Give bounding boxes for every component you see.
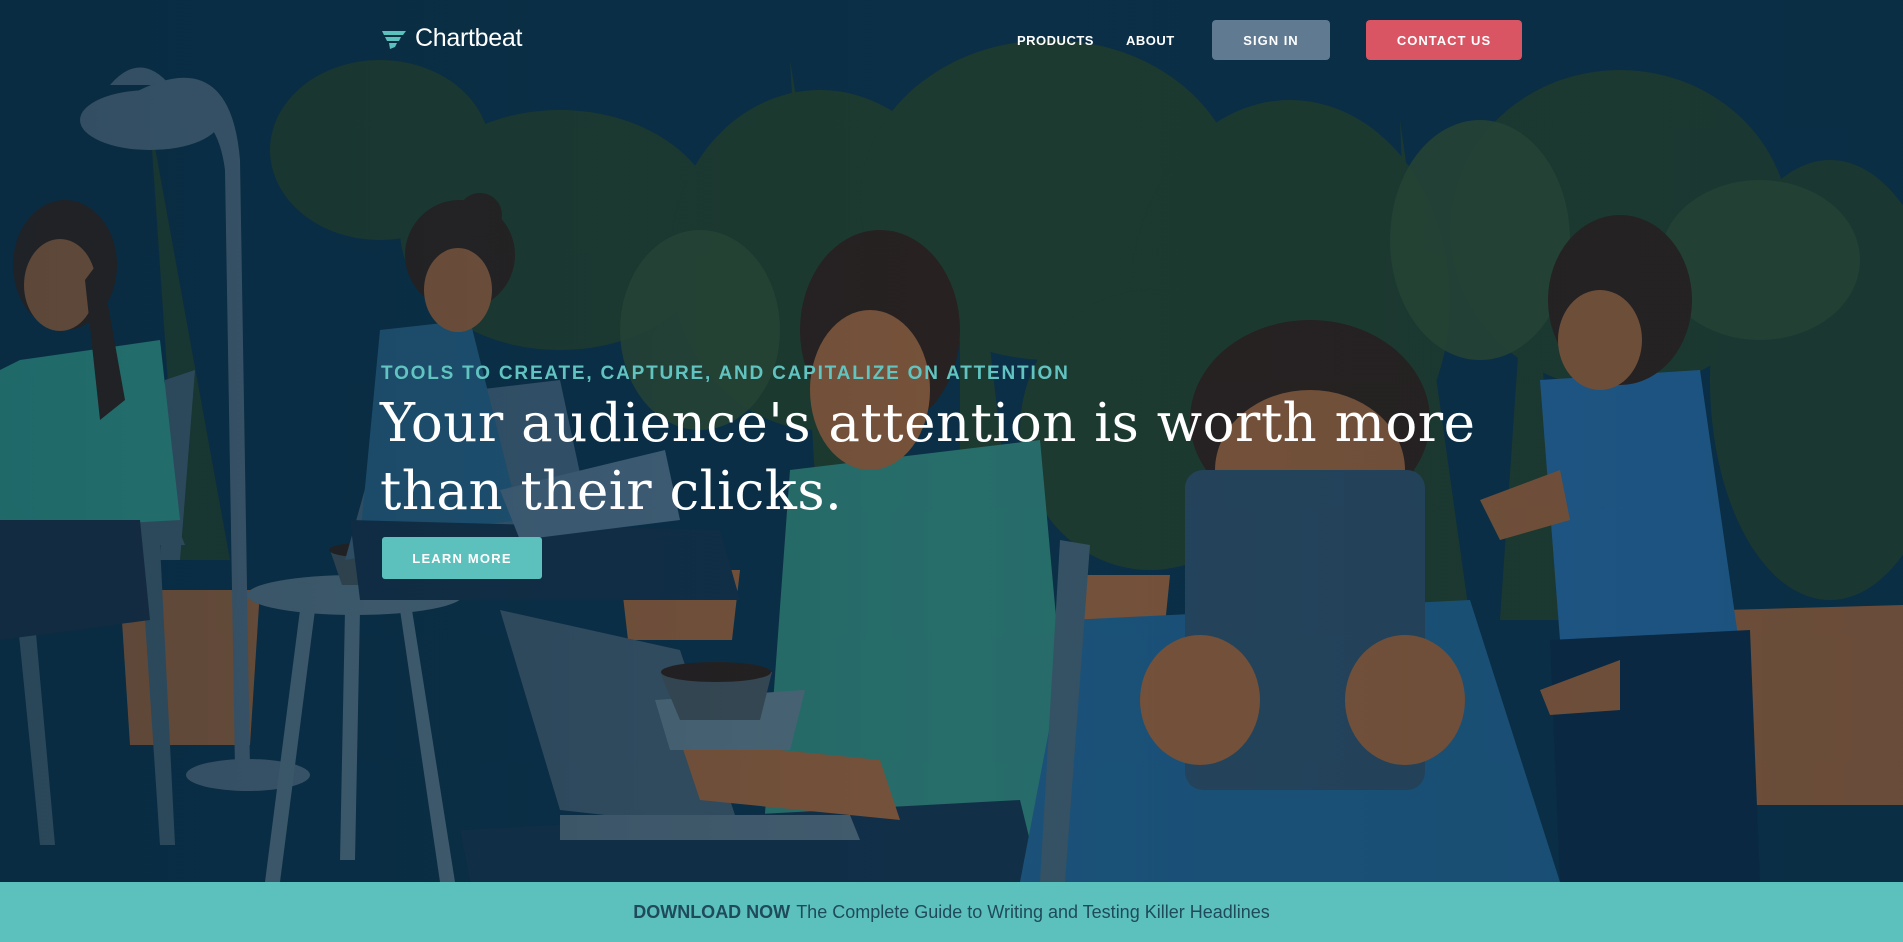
nav-about-link[interactable]: ABOUT <box>1126 33 1175 48</box>
banner-guide-title: The Complete Guide to Writing and Testin… <box>796 901 1270 922</box>
sign-in-button[interactable]: SIGN IN <box>1212 20 1330 60</box>
top-navigation: Chartbeat PRODUCTS ABOUT SIGN IN CONTACT… <box>0 0 1903 82</box>
hero-kicker: TOOLS TO CREATE, CAPTURE, AND CAPITALIZE… <box>381 363 1070 384</box>
banner-download-now: DOWNLOAD NOW <box>633 901 791 922</box>
chartbeat-logo[interactable]: Chartbeat <box>381 24 522 53</box>
nav-products-link[interactable]: PRODUCTS <box>1017 33 1094 48</box>
contact-us-button[interactable]: CONTACT US <box>1366 20 1522 60</box>
learn-more-button[interactable]: LEARN MORE <box>382 537 542 579</box>
chartbeat-logo-icon <box>382 30 406 49</box>
download-banner[interactable]: DOWNLOAD NOW The Complete Guide to Writi… <box>0 882 1903 942</box>
brand-name: Chartbeat <box>415 24 523 52</box>
hero-headline: Your audience's attention is worth more … <box>380 393 1476 522</box>
